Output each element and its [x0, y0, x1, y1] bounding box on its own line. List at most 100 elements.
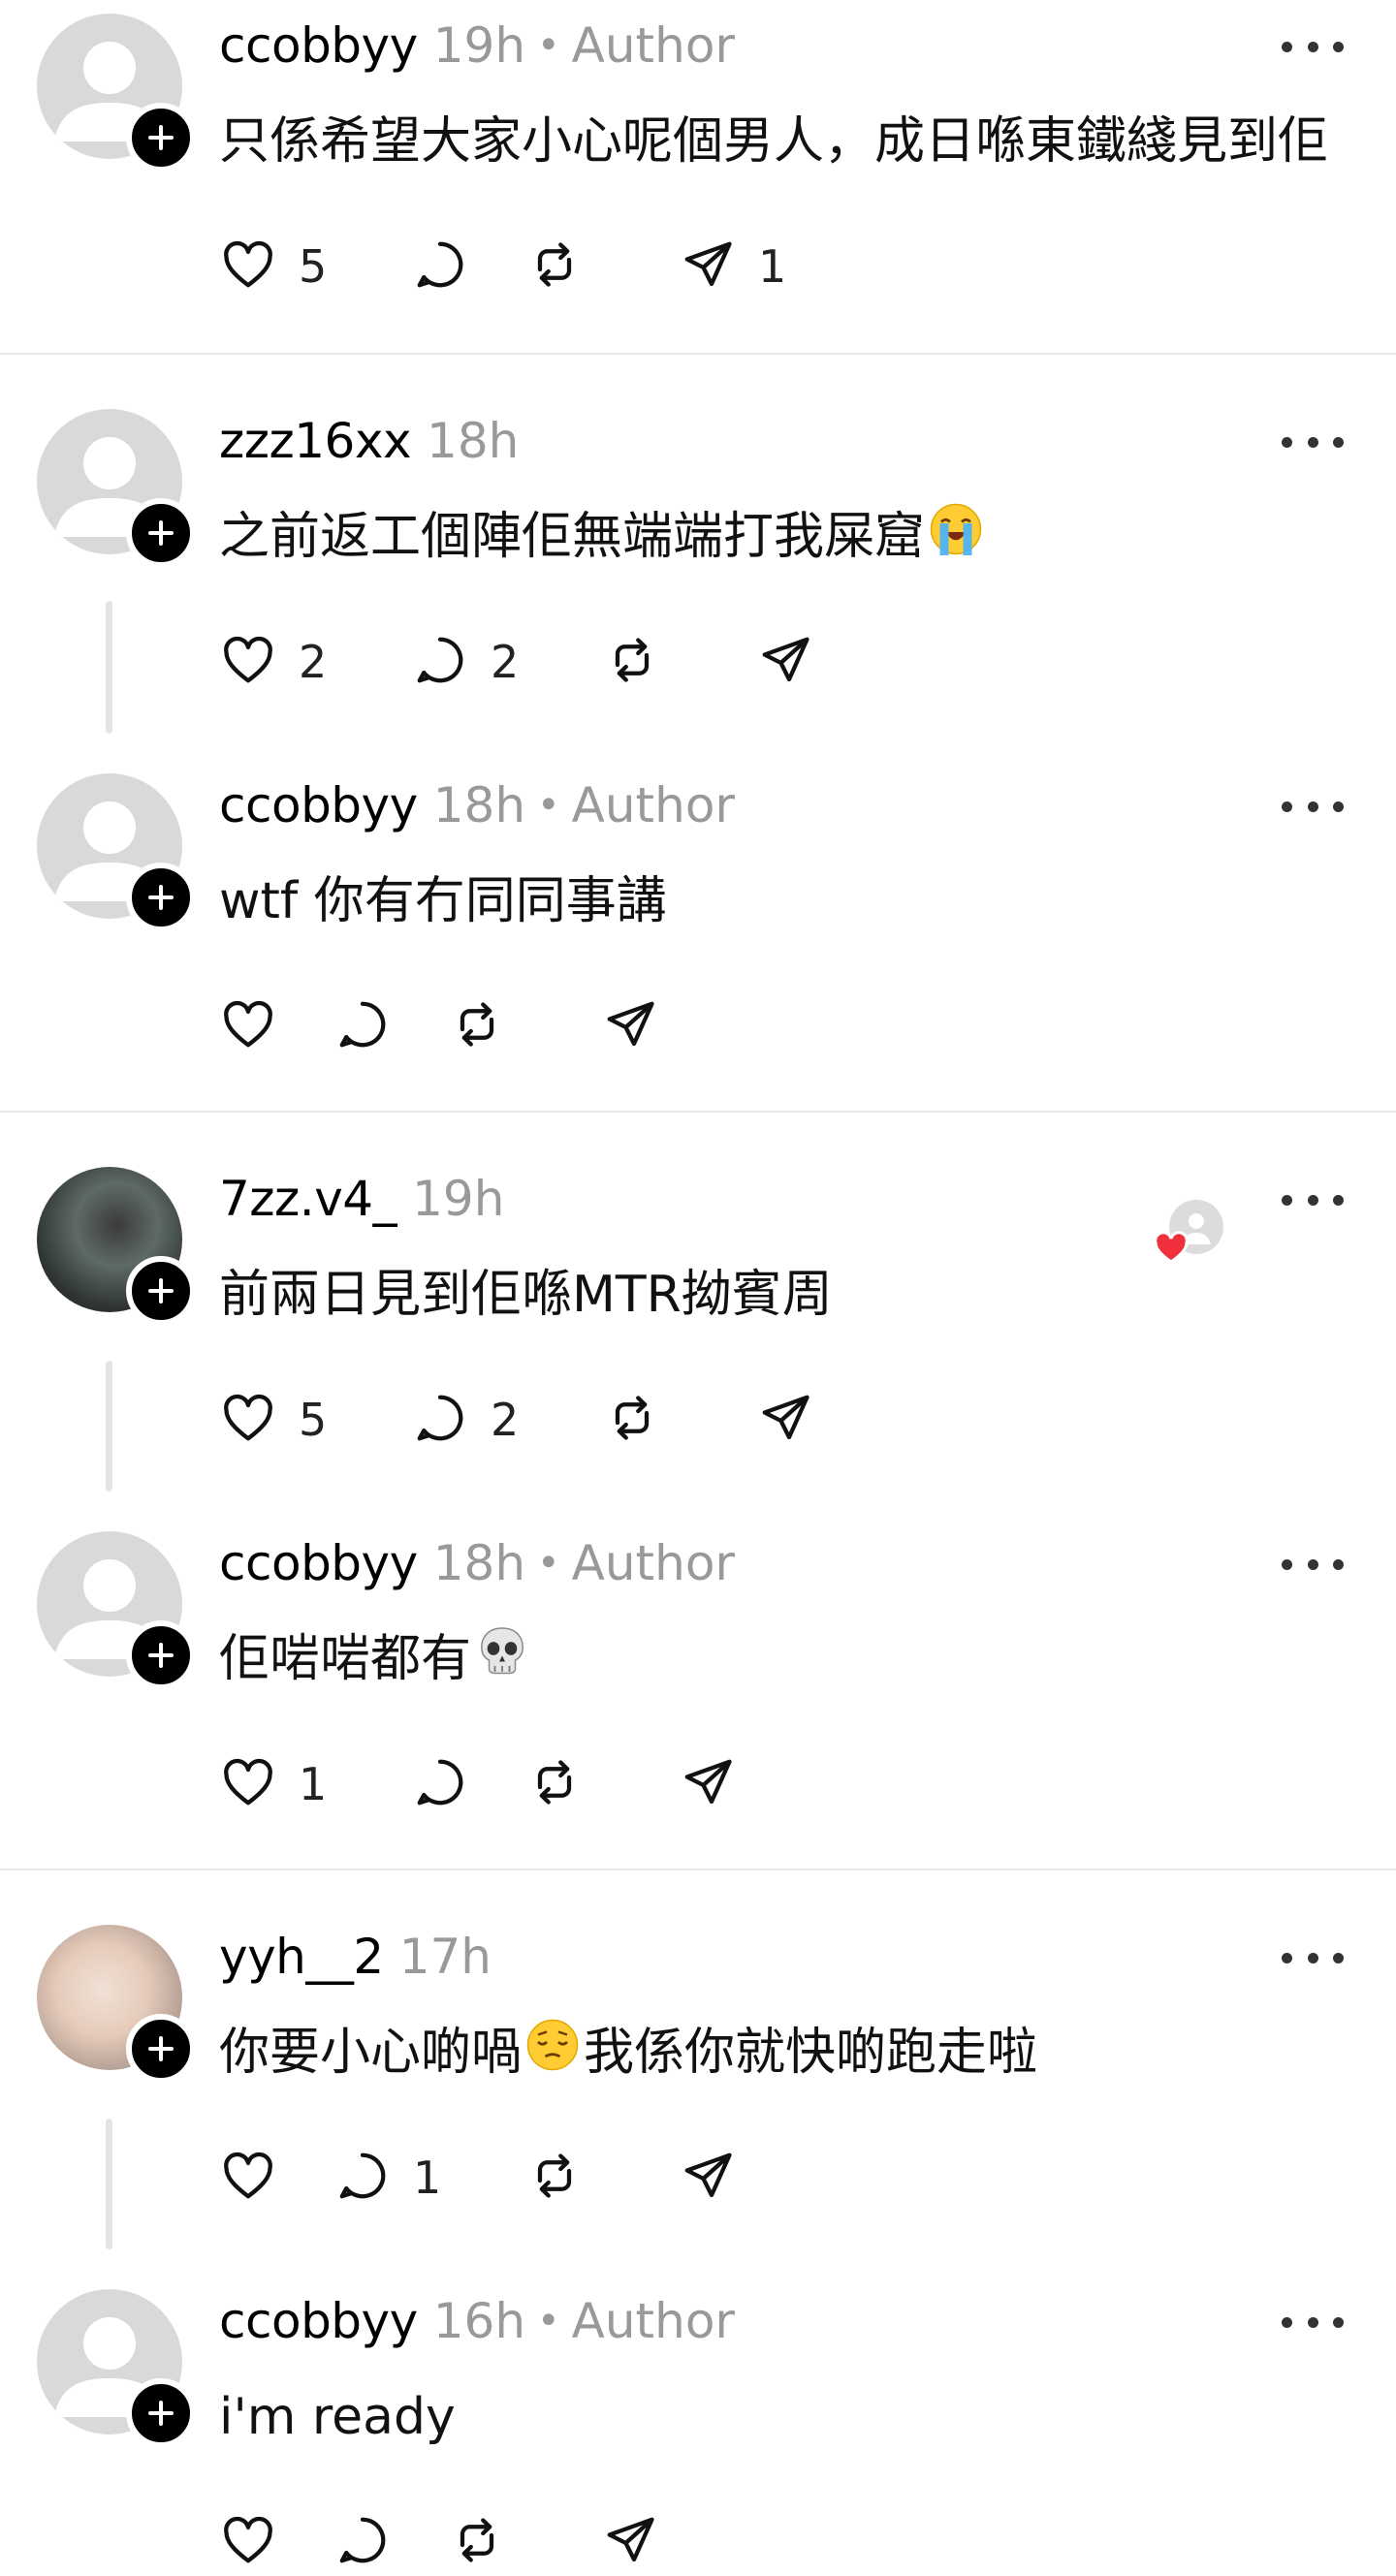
repost-button[interactable]	[525, 233, 584, 300]
more-icon[interactable]	[1282, 35, 1344, 58]
username[interactable]: 7zz.v4_	[219, 1171, 397, 1227]
comment-icon	[333, 2147, 392, 2209]
repost-icon	[448, 2511, 506, 2573]
comment-icon	[411, 1389, 469, 1451]
share-button[interactable]	[756, 1386, 814, 1454]
share-button[interactable]	[679, 1750, 737, 1818]
heart-icon	[219, 1753, 277, 1815]
reply-count: 2	[491, 636, 520, 688]
thread-connector	[106, 2119, 112, 2249]
like-count: 5	[299, 1394, 328, 1446]
post-header: ccobbyy 19h • Author	[219, 12, 735, 79]
like-button[interactable]: 2	[219, 628, 327, 696]
repost-button[interactable]	[603, 628, 661, 696]
heart-icon	[219, 236, 277, 298]
follow-plus-icon[interactable]	[126, 498, 196, 568]
username[interactable]: ccobbyy	[219, 17, 418, 74]
like-button[interactable]	[219, 2508, 277, 2576]
separator-dot: •	[537, 1541, 560, 1586]
username[interactable]: yyh__2	[219, 1929, 384, 1985]
share-button[interactable]: 1	[679, 233, 786, 300]
timestamp: 18h	[432, 777, 526, 833]
share-button[interactable]	[601, 992, 659, 1060]
more-icon[interactable]	[1282, 430, 1344, 454]
send-icon	[679, 236, 737, 298]
reply-button[interactable]: 2	[411, 628, 519, 696]
repost-button[interactable]	[448, 2508, 506, 2576]
username[interactable]: ccobbyy	[219, 777, 418, 833]
post-header: ccobbyy 16h • Author	[219, 2287, 735, 2355]
heart-icon	[219, 2147, 277, 2209]
like-count: 1	[299, 1758, 328, 1810]
reply-button[interactable]	[411, 233, 469, 300]
username[interactable]: zzz16xx	[219, 413, 412, 469]
author-label: Author	[571, 17, 735, 74]
share-button[interactable]	[601, 2508, 659, 2576]
author-label: Author	[571, 2293, 735, 2349]
reply-button[interactable]: 1	[333, 2144, 441, 2212]
follow-plus-icon[interactable]	[126, 103, 196, 173]
like-button[interactable]	[219, 992, 277, 1060]
separator-dot: •	[537, 23, 560, 68]
send-icon	[756, 1389, 814, 1451]
follow-plus-icon[interactable]	[126, 863, 196, 932]
like-button[interactable]	[219, 2144, 277, 2212]
repost-button[interactable]	[603, 1386, 661, 1454]
repost-icon	[603, 1389, 661, 1451]
repost-button[interactable]	[448, 992, 506, 1060]
username[interactable]: ccobbyy	[219, 1535, 418, 1591]
like-count: 2	[299, 636, 328, 688]
comment-icon	[411, 236, 469, 298]
section-divider	[0, 1111, 1396, 1113]
post-header: ccobbyy 18h • Author	[219, 771, 735, 839]
repost-button[interactable]	[525, 1750, 584, 1818]
follow-plus-icon[interactable]	[126, 2014, 196, 2084]
timestamp: 19h	[412, 1171, 505, 1227]
post-text-content: wtf 你有冇同同事講	[219, 872, 667, 930]
more-icon[interactable]	[1282, 2310, 1344, 2334]
repost-button[interactable]	[525, 2144, 584, 2212]
timestamp: 18h	[427, 413, 520, 469]
follow-plus-icon[interactable]	[126, 1256, 196, 1326]
post-text-content: i'm ready	[219, 2388, 456, 2446]
reply-button[interactable]	[333, 2508, 392, 2576]
repost-icon	[448, 995, 506, 1057]
send-icon	[679, 1753, 737, 1815]
like-button[interactable]: 5	[219, 1386, 327, 1454]
send-icon	[756, 631, 814, 693]
username[interactable]: ccobbyy	[219, 2293, 418, 2349]
liked-by-author-icon	[1152, 1196, 1229, 1273]
send-icon	[601, 995, 659, 1057]
post-text-content: 只係希望大家小心呢個男人，成日喺東鐵綫見到佢	[219, 112, 1329, 171]
thread-connector	[106, 1361, 112, 1492]
more-icon[interactable]	[1282, 795, 1344, 818]
pensive-face-icon	[524, 2016, 582, 2096]
comment-icon	[411, 631, 469, 693]
send-icon	[601, 2511, 659, 2573]
share-button[interactable]	[756, 628, 814, 696]
heart-icon	[219, 631, 277, 693]
comment-icon	[411, 1753, 469, 1815]
comment-icon	[333, 2511, 392, 2573]
post-text-content: 前兩日見到佢喺MTR拗賓周	[219, 1266, 833, 1324]
post-header: 7zz.v4_ 19h	[219, 1165, 504, 1233]
like-button[interactable]: 1	[219, 1750, 327, 1818]
follow-plus-icon[interactable]	[126, 1620, 196, 1690]
skull-icon	[473, 1622, 531, 1703]
share-button[interactable]	[679, 2144, 737, 2212]
share-count: 1	[758, 240, 787, 293]
follow-plus-icon[interactable]	[126, 2378, 196, 2448]
repost-icon	[525, 2147, 584, 2209]
timestamp: 18h	[432, 1535, 526, 1591]
more-icon[interactable]	[1282, 1946, 1344, 1969]
reply-button[interactable]	[411, 1750, 469, 1818]
post-text: 你要小心啲喎 我係你就快啲跑走啦	[219, 2014, 1037, 2096]
like-button[interactable]: 5	[219, 233, 327, 300]
heart-icon	[219, 2511, 277, 2573]
more-icon[interactable]	[1282, 1188, 1344, 1211]
timestamp: 16h	[432, 2293, 526, 2349]
post-text: i'm ready	[219, 2378, 456, 2456]
reply-button[interactable]	[333, 992, 392, 1060]
reply-button[interactable]: 2	[411, 1386, 519, 1454]
more-icon[interactable]	[1282, 1553, 1344, 1576]
